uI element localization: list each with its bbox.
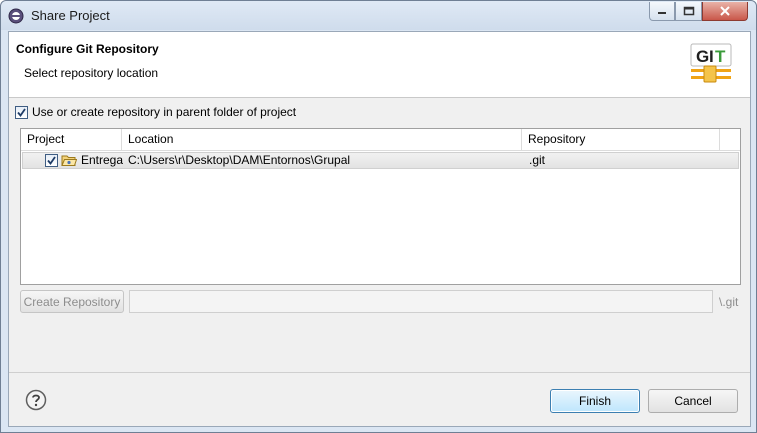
cell-location: C:\Users\r\Desktop\DAM\Entornos\Grupal <box>128 153 351 167</box>
column-header-location[interactable]: Location <box>122 129 522 151</box>
use-parent-checkbox[interactable] <box>15 106 28 119</box>
footer-divider <box>9 372 750 373</box>
finish-button[interactable]: Finish <box>550 389 640 413</box>
close-icon <box>720 6 730 16</box>
column-header-project[interactable]: Project <box>21 129 122 151</box>
minimize-icon <box>658 12 666 14</box>
repository-path-field[interactable] <box>129 290 713 313</box>
git-suffix-label: \.git <box>719 295 739 309</box>
title-bar[interactable]: Share Project <box>1 1 756 30</box>
share-project-dialog: Share Project Configure Git Repository S… <box>0 0 757 433</box>
folder-icon <box>61 154 78 167</box>
checkmark-icon <box>47 156 56 165</box>
dialog-body: Configure Git Repository Select reposito… <box>8 31 751 427</box>
window-title: Share Project <box>31 8 110 23</box>
eclipse-icon <box>8 8 24 24</box>
cancel-button[interactable]: Cancel <box>648 389 738 413</box>
use-parent-label[interactable]: Use or create repository in parent folde… <box>32 105 296 119</box>
maximize-button[interactable] <box>675 2 702 21</box>
close-button[interactable] <box>702 2 748 21</box>
help-icon[interactable] <box>25 389 47 411</box>
maximize-icon <box>683 6 694 16</box>
svg-text:G: G <box>696 47 709 66</box>
table-header: Project Location Repository <box>21 129 740 151</box>
banner-subtitle: Select repository location <box>24 66 159 80</box>
wizard-banner: Configure Git Repository Select reposito… <box>9 32 750 98</box>
svg-text:I: I <box>709 47 714 66</box>
cell-project: Entregal <box>81 153 123 167</box>
row-checkbox[interactable] <box>45 154 58 167</box>
create-repository-button[interactable]: Create Repository <box>20 290 124 313</box>
svg-text:T: T <box>715 47 726 66</box>
banner-title: Configure Git Repository <box>16 42 159 56</box>
column-header-repository[interactable]: Repository <box>522 129 720 151</box>
git-logo-icon: G I T <box>690 43 732 83</box>
checkmark-icon <box>17 108 26 117</box>
column-header-filler <box>720 129 740 151</box>
minimize-button[interactable] <box>649 2 675 21</box>
table-row[interactable]: Entregal C:\Users\r\Desktop\DAM\Entornos… <box>22 152 739 169</box>
cell-repository: .git <box>529 153 546 167</box>
projects-table: Project Location Repository Entregal C:\… <box>20 128 741 285</box>
